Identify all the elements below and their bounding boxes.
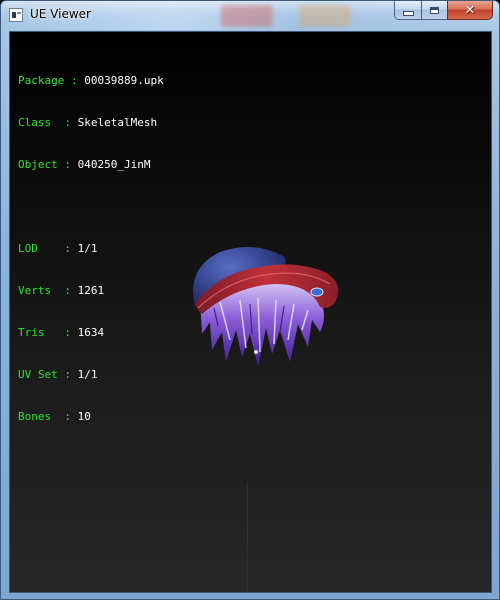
desktop-reflection xyxy=(221,5,273,27)
skeletal-mesh-model[interactable] xyxy=(180,222,340,372)
stat-row-tris: Tris : 1634 xyxy=(18,326,105,339)
minimize-icon xyxy=(402,10,414,16)
stat-row-uvset: UV Set : 1/1 xyxy=(18,368,98,381)
maximize-button[interactable] xyxy=(421,1,447,20)
close-icon: ✕ xyxy=(464,2,476,18)
mesh-info-overlay: Package : 00039889.upk Class : SkeletalM… xyxy=(18,46,164,452)
info-row-class: Class : SkeletalMesh xyxy=(18,116,158,129)
stat-row-bones: Bones : 10 xyxy=(18,410,91,423)
app-icon xyxy=(9,8,23,22)
minimize-button[interactable] xyxy=(394,1,421,20)
viewport[interactable]: Package : 00039889.upk Class : SkeletalM… xyxy=(9,31,492,593)
maximize-icon xyxy=(430,6,439,14)
stat-row-lod: LOD : 1/1 xyxy=(18,242,98,255)
info-row-package: Package : 00039889.upk xyxy=(18,74,164,87)
desktop-reflection xyxy=(299,5,351,27)
info-row-object: Object : 040250_JinM xyxy=(18,158,151,171)
caption-buttons: ✕ xyxy=(394,1,493,20)
stat-row-verts: Verts : 1261 xyxy=(18,284,105,297)
title-bar[interactable]: UE Viewer ✕ xyxy=(1,1,499,30)
window-title: UE Viewer xyxy=(30,7,91,21)
bone-pivot xyxy=(254,350,258,354)
axis-line xyxy=(247,482,248,592)
app-window: UE Viewer ✕ Package : 00039889.upk Class… xyxy=(0,0,500,600)
close-button[interactable]: ✕ xyxy=(447,1,493,20)
